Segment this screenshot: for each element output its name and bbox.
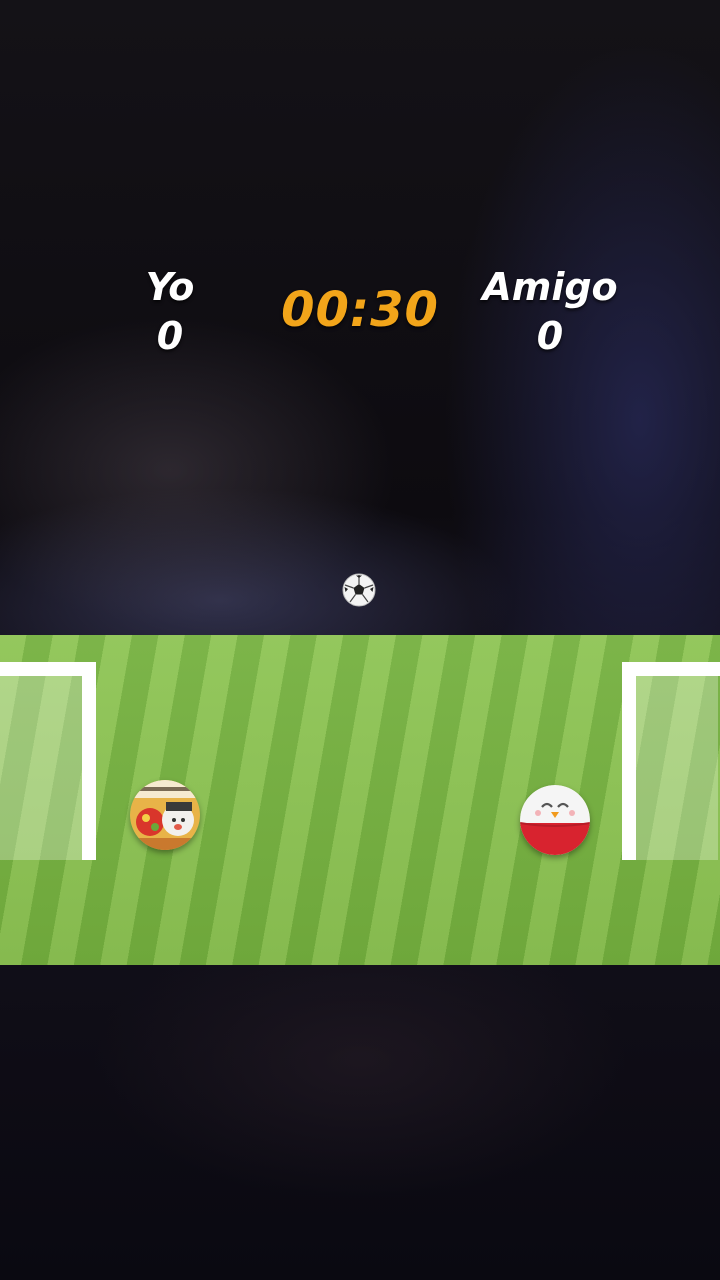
left-goal-post [82,662,96,860]
player2-score: 0 [536,314,564,358]
right-goal [622,662,720,860]
player-left-avatar[interactable] [130,780,200,850]
player2-name: Amigo [482,265,618,309]
match-timer: 00:30 [281,282,439,338]
player1-score: 0 [156,314,184,358]
soccer-ball-icon [342,573,376,607]
right-goal-post [622,662,636,860]
left-goal [0,662,96,860]
pitch-shading [0,635,720,965]
soccer-pitch [0,635,720,965]
red-white-bird-ball-icon[interactable] [520,785,590,855]
right-goal-crossbar [622,662,720,676]
player1-name: Yo [145,265,195,309]
right-goal-net [622,662,718,860]
